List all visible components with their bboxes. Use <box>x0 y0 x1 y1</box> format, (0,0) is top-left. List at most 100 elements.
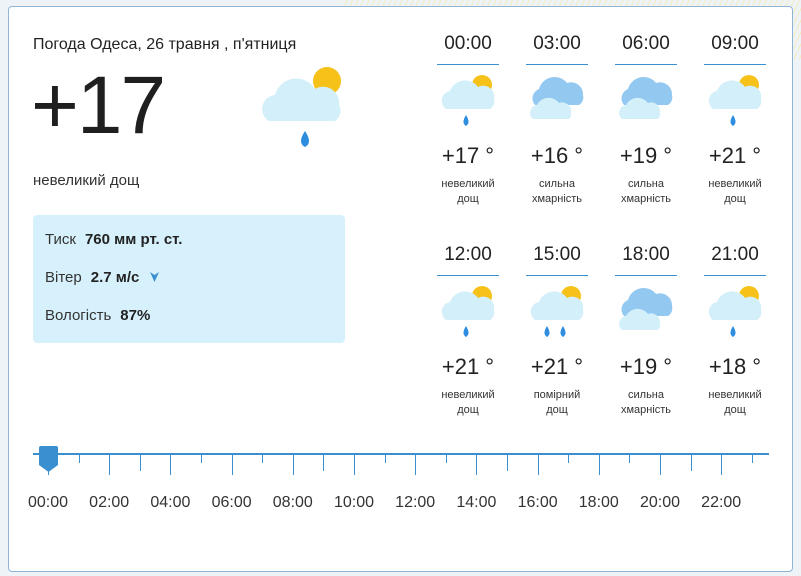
hour-description: невеликий дощ <box>700 388 770 418</box>
pressure-row: Тиск 760 мм рт. ст. <box>45 231 333 269</box>
slider-tick <box>292 455 294 475</box>
slider-tick <box>78 455 80 463</box>
hour-description-line2: дощ <box>724 404 746 416</box>
cloud-sun-rain-icon <box>262 67 341 147</box>
hour-description-line1: сильна <box>628 178 664 190</box>
hour-temperature: +19 ° <box>619 143 673 168</box>
heavy-clouds-icon <box>614 282 678 344</box>
slider-tick <box>323 455 325 471</box>
hour-description: невеликий дощ <box>433 177 503 207</box>
slider-time-label[interactable]: 10:00 <box>334 494 374 512</box>
slider-tick <box>507 455 508 471</box>
slider-tick <box>354 455 355 475</box>
slider-time-label[interactable]: 02:00 <box>89 494 129 512</box>
pressure-label: Тиск <box>45 231 76 248</box>
hour-description: невеликий дощ <box>433 388 503 418</box>
details-panel: Тиск 760 мм рт. ст. Вітер 2.7 м/с Вологі… <box>33 215 345 343</box>
hour-temperature: +21 ° <box>441 354 495 379</box>
hour-time: 12:00 <box>437 242 499 276</box>
hour-time: 09:00 <box>704 31 766 65</box>
wind-direction-arrow-icon <box>149 269 160 289</box>
hour-time: 06:00 <box>615 31 677 65</box>
heavy-clouds-icon <box>525 71 589 133</box>
hour-temperature: +21 ° <box>530 354 584 379</box>
sun-cloud-rain-icon <box>436 282 500 344</box>
slider-tick <box>751 455 753 463</box>
wind-row: Вітер 2.7 м/с <box>45 269 333 307</box>
hour-description-line1: невеликий <box>441 178 495 190</box>
hour-description-line1: сильна <box>539 178 575 190</box>
humidity-value: 87% <box>120 307 151 324</box>
weather-widget: Погода Одеса, 26 травня , п'ятниця +17 н… <box>8 6 793 572</box>
slider-time-label[interactable]: 14:00 <box>456 494 496 512</box>
hour-forecast-item: 03:00 +16 ° сильна хмарність <box>522 31 592 207</box>
hour-description-line1: сильна <box>628 389 664 401</box>
hour-temperature: +21 ° <box>708 143 762 168</box>
slider-tick <box>629 455 631 463</box>
sun-cloud-moderate-rain-icon <box>525 282 589 344</box>
heavy-clouds-icon <box>614 71 678 133</box>
slider-tick <box>476 455 478 475</box>
wind-label: Вітер <box>45 269 82 286</box>
slider-tick <box>568 455 570 463</box>
humidity-label: Вологість <box>45 307 112 324</box>
slider-tick <box>598 455 600 475</box>
slider-tick <box>48 455 49 475</box>
hour-description-line1: невеликий <box>708 178 762 190</box>
hour-description-line2: дощ <box>724 193 746 205</box>
hour-forecast-item: 06:00 +19 ° сильна хмарність <box>611 31 681 207</box>
slider-tick <box>231 455 233 475</box>
hour-description: помірний дощ <box>522 388 592 418</box>
page-title: Погода Одеса, 26 травня , п'ятниця <box>33 36 297 53</box>
pressure-value: 760 мм рт. ст. <box>84 231 183 248</box>
hour-description-line2: хмарність <box>620 404 672 416</box>
slider-track[interactable] <box>33 453 769 455</box>
hour-time: 00:00 <box>437 31 499 65</box>
hour-temperature: +19 ° <box>619 354 673 379</box>
hour-time: 18:00 <box>615 242 677 276</box>
slider-time-label[interactable]: 04:00 <box>150 494 190 512</box>
hour-description-line2: дощ <box>457 404 479 416</box>
hour-forecast-item: 09:00 +21 ° невеликий дощ <box>700 31 770 207</box>
slider-tick <box>384 455 386 463</box>
slider-time-label[interactable]: 22:00 <box>701 494 741 512</box>
slider-tick <box>139 455 141 471</box>
slider-tick <box>445 455 447 463</box>
slider-tick <box>170 455 172 475</box>
sun-cloud-rain-icon <box>436 71 500 133</box>
slider-time-label[interactable]: 18:00 <box>579 494 619 512</box>
hour-description-line1: невеликий <box>708 389 762 401</box>
wind-value: 2.7 м/с <box>90 269 140 286</box>
slider-tick <box>690 455 692 471</box>
current-description: невеликий дощ <box>33 172 140 189</box>
slider-tick <box>660 455 661 475</box>
hour-description-line1: помірний <box>533 389 581 401</box>
hour-forecast-item: 00:00 +17 ° невеликий дощ <box>433 31 503 207</box>
hour-forecast-item: 18:00 +19 ° сильна хмарність <box>611 242 681 418</box>
hour-description: сильна хмарність <box>611 177 681 207</box>
slider-tick <box>537 455 539 475</box>
hour-forecast-item: 15:00 +21 ° помірний дощ <box>522 242 592 418</box>
slider-time-label[interactable]: 16:00 <box>518 494 558 512</box>
hour-time: 21:00 <box>704 242 766 276</box>
slider-tick <box>262 455 264 463</box>
hour-temperature: +17 ° <box>441 143 495 168</box>
hour-description-line2: хмарність <box>531 193 583 205</box>
humidity-row: Вологість 87% <box>45 307 333 345</box>
slider-time-label[interactable]: 20:00 <box>640 494 680 512</box>
current-temperature: +17 <box>31 60 166 151</box>
hour-time: 15:00 <box>526 242 588 276</box>
hour-forecast-item: 21:00 +18 ° невеликий дощ <box>700 242 770 418</box>
slider-time-label[interactable]: 00:00 <box>28 494 68 512</box>
slider-time-label[interactable]: 08:00 <box>273 494 313 512</box>
slider-time-label[interactable]: 06:00 <box>212 494 252 512</box>
slider-tick <box>109 455 111 475</box>
hour-description-line1: невеликий <box>441 389 495 401</box>
time-slider[interactable]: 00:00 02:00 04:00 06:00 08:00 10:00 12:00 14:00… <box>28 445 769 515</box>
slider-time-label[interactable]: 12:00 <box>395 494 435 512</box>
hour-description: невеликий дощ <box>700 177 770 207</box>
hour-description-line2: дощ <box>457 193 479 205</box>
hour-time: 03:00 <box>526 31 588 65</box>
slider-tick <box>201 455 202 463</box>
hour-description-line2: хмарність <box>620 193 672 205</box>
